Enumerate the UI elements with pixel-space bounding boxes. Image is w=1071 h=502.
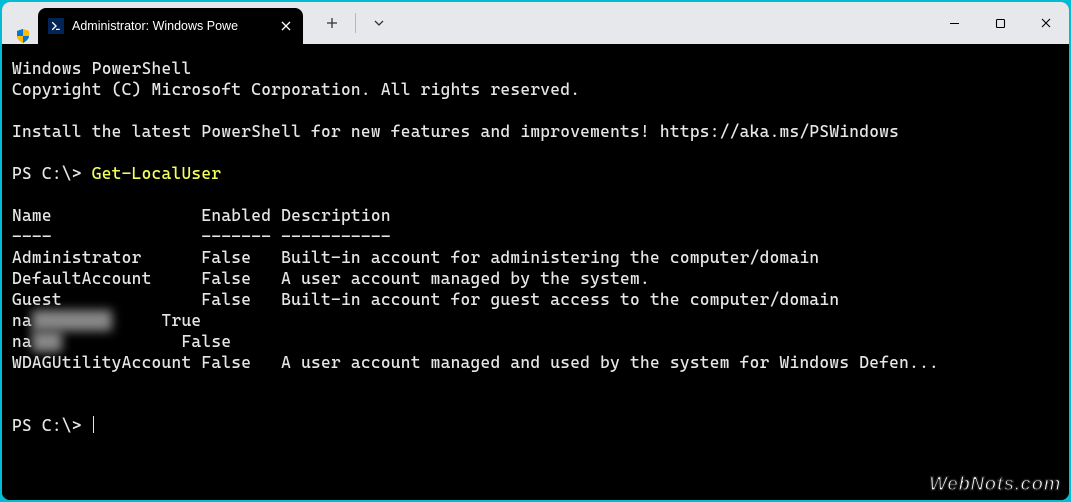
window-controls (931, 2, 1069, 44)
prompt-2: PS C:\> (12, 416, 92, 435)
prompt-1: PS C:\> (12, 164, 92, 183)
redacted-text: ███ (32, 331, 62, 352)
table-row: WDAGUtilityAccount False A user account … (12, 353, 939, 372)
active-tab[interactable]: Administrator: Windows Powe (38, 8, 303, 44)
redacted-text: ████████ (32, 310, 112, 331)
watermark: WebNots.com (929, 474, 1061, 496)
maximize-button[interactable] (977, 2, 1023, 44)
command-text: Get-LocalUser (92, 164, 222, 183)
titlebar-drag-area[interactable] (396, 2, 931, 44)
table-row: na████████ True (12, 311, 201, 330)
tab-dropdown-button[interactable] (362, 8, 396, 38)
terminal-window: Administrator: Windows Powe (2, 2, 1069, 500)
table-row: Administrator False Built-in account for… (12, 248, 819, 267)
table-row: DefaultAccount False A user account mana… (12, 269, 650, 288)
tab-strip: Administrator: Windows Powe (2, 2, 303, 44)
uac-shield-icon (8, 28, 38, 44)
powershell-icon (48, 18, 64, 34)
table-divider: ---- ------- ----------- (12, 227, 391, 246)
table-row: na███ False (12, 332, 231, 351)
cursor (93, 416, 94, 433)
new-tab-button[interactable] (315, 8, 349, 38)
terminal-body[interactable]: Windows PowerShell Copyright (C) Microso… (2, 44, 1069, 500)
minimize-button[interactable] (931, 2, 977, 44)
divider (355, 13, 356, 33)
tab-close-button[interactable] (277, 17, 295, 35)
titlebar: Administrator: Windows Powe (2, 2, 1069, 44)
install-hint: Install the latest PowerShell for new fe… (12, 122, 899, 141)
close-button[interactable] (1023, 2, 1069, 44)
tab-actions (303, 2, 396, 44)
banner-line-2: Copyright (C) Microsoft Corporation. All… (12, 80, 580, 99)
banner-line-1: Windows PowerShell (12, 59, 191, 78)
table-row: Guest False Built-in account for guest a… (12, 290, 839, 309)
tab-title: Administrator: Windows Powe (72, 19, 269, 33)
table-header: Name Enabled Description (12, 206, 391, 225)
